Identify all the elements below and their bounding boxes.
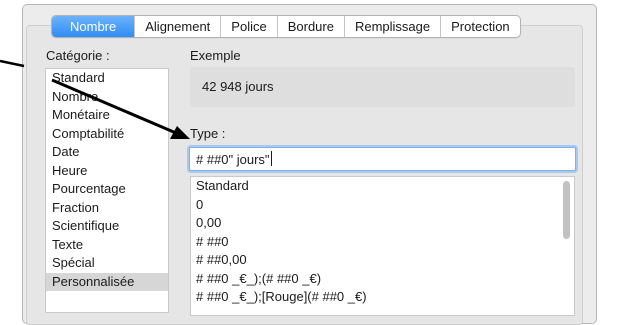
annotation-arrow-shaft: [51, 78, 177, 135]
annotation-arrow: [0, 59, 190, 139]
annotation-arrow-stub: [0, 59, 25, 68]
